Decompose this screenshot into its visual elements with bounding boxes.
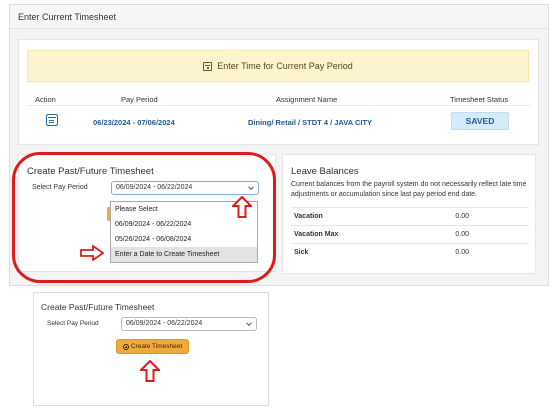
table-row: Vacation Max 0.00 — [291, 225, 529, 243]
leave-label: Vacation Max — [294, 231, 339, 238]
card-title: Create Past/Future Timesheet — [41, 302, 155, 312]
select-pay-period-label: Select Pay Period — [47, 320, 99, 327]
column-header-pay-period: Pay Period — [121, 95, 158, 104]
column-header-status: Timesheet Status — [450, 95, 509, 104]
dropdown-option[interactable]: 05/26/2024 - 06/08/2024 — [111, 232, 257, 247]
pay-period-select[interactable]: 06/09/2024 - 06/22/2024 — [121, 317, 257, 331]
enter-time-banner[interactable]: Enter Time for Current Pay Period — [27, 50, 529, 82]
dropdown-option-highlighted[interactable]: Enter a Date to Create Timesheet — [111, 247, 257, 262]
status-badge: SAVED — [451, 112, 509, 130]
column-header-action: Action — [35, 95, 56, 104]
row-assignment-name: Dining/ Retail / STDT 4 / JAVA CITY — [248, 118, 373, 127]
panel-header-title: Enter Current Timesheet — [10, 5, 548, 29]
pay-period-select[interactable]: 06/09/2024 - 06/22/2024 — [111, 181, 259, 195]
calendar-icon — [203, 61, 213, 71]
chevron-down-icon — [248, 184, 254, 191]
create-timesheet-button[interactable]: Create Timesheet — [116, 339, 189, 354]
leave-value: 0.00 — [455, 213, 469, 220]
leave-value: 0.00 — [455, 249, 469, 256]
column-header-assignment: Assignment Name — [276, 95, 338, 104]
annotation-up-arrow-icon — [140, 360, 160, 382]
leave-table: Vacation 0.00 Vacation Max 0.00 Sick 0.0… — [291, 207, 529, 261]
card-title: Create Past/Future Timesheet — [27, 166, 154, 177]
plus-circle-icon — [122, 343, 129, 350]
leave-label: Vacation — [294, 213, 323, 220]
table-divider — [27, 105, 530, 106]
leave-balances-card: Leave Balances Current balances from the… — [282, 154, 536, 274]
pay-period-selected-value: 06/09/2024 - 06/22/2024 — [126, 320, 203, 327]
select-pay-period-label: Select Pay Period — [32, 184, 88, 191]
row-pay-period[interactable]: 06/23/2024 - 07/06/2024 — [93, 118, 175, 127]
dropdown-option[interactable]: 06/09/2024 - 06/22/2024 — [111, 217, 257, 232]
leave-title: Leave Balances — [291, 166, 359, 177]
pay-period-selected-value: 06/09/2024 - 06/22/2024 — [116, 184, 193, 191]
annotation-right-arrow-icon — [80, 245, 104, 261]
create-past-future-card-2: Create Past/Future Timesheet Select Pay … — [33, 292, 269, 406]
banner-text: Enter Time for Current Pay Period — [217, 61, 353, 71]
table-row: Vacation 0.00 — [291, 207, 529, 225]
create-timesheet-label: Create Timesheet — [130, 343, 183, 350]
calendar-edit-icon[interactable] — [46, 114, 58, 126]
leave-value: 0.00 — [455, 231, 469, 238]
current-period-card: Enter Time for Current Pay Period Action… — [18, 39, 539, 145]
leave-description: Current balances from the payroll system… — [291, 181, 527, 198]
table-row: Sick 0.00 — [291, 243, 529, 261]
chevron-down-icon — [246, 320, 252, 327]
leave-label: Sick — [294, 249, 309, 256]
annotation-up-arrow-icon — [232, 196, 252, 218]
